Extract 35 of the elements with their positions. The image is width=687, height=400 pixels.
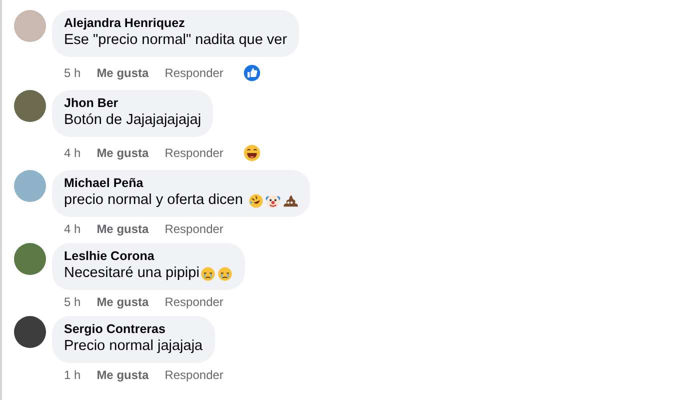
clown-face-icon xyxy=(264,192,281,208)
reply-link[interactable]: Responder xyxy=(164,146,224,160)
reply-link[interactable]: Responder xyxy=(164,295,224,309)
comment-time[interactable]: 5 h xyxy=(64,295,81,309)
sad-face-icon xyxy=(217,266,234,282)
comment-text: Necesitaré una pipipi xyxy=(64,264,200,283)
avatar-photo[interactable] xyxy=(14,316,46,348)
reply-link[interactable]: Responder xyxy=(164,368,224,382)
comment-text: Precio normal jajajaja xyxy=(64,337,203,356)
laughing-face-icon[interactable] xyxy=(243,144,262,162)
comment-time[interactable]: 4 h xyxy=(64,222,81,236)
avatar-photo[interactable] xyxy=(14,243,46,275)
reply-link[interactable]: Responder xyxy=(164,222,224,236)
comment-text: Ese "precio normal" nadita que ver xyxy=(64,31,288,50)
avatar-photo[interactable] xyxy=(14,90,46,122)
comment-time[interactable]: 1 h xyxy=(64,368,81,382)
thumbs-up-icon[interactable] xyxy=(243,64,262,82)
like-link[interactable]: Me gusta xyxy=(96,222,149,236)
comment-time[interactable]: 5 h xyxy=(64,66,81,80)
commenter-name[interactable]: Sergio Contreras xyxy=(64,322,203,337)
commenter-name[interactable]: Leslhie Corona xyxy=(64,249,234,264)
reply-link[interactable]: Responder xyxy=(164,66,224,80)
like-link[interactable]: Me gusta xyxy=(96,368,149,382)
like-link[interactable]: Me gusta xyxy=(96,146,149,160)
commenter-name[interactable]: Michael Peña xyxy=(64,176,298,191)
comment-text: precio normal y oferta dicen xyxy=(64,191,244,210)
comment-time[interactable]: 4 h xyxy=(64,146,81,160)
sad-face-icon xyxy=(200,266,216,282)
comment-text: Botón de Jajajajajajaj xyxy=(64,111,202,130)
laughing-emoji-icon xyxy=(248,192,264,208)
commenter-name[interactable]: Jhon Ber xyxy=(64,96,202,111)
commenter-name[interactable]: Alejandra Henriquez xyxy=(64,16,288,31)
poop-icon xyxy=(282,192,298,208)
like-link[interactable]: Me gusta xyxy=(96,295,149,309)
like-link[interactable]: Me gusta xyxy=(96,66,149,80)
